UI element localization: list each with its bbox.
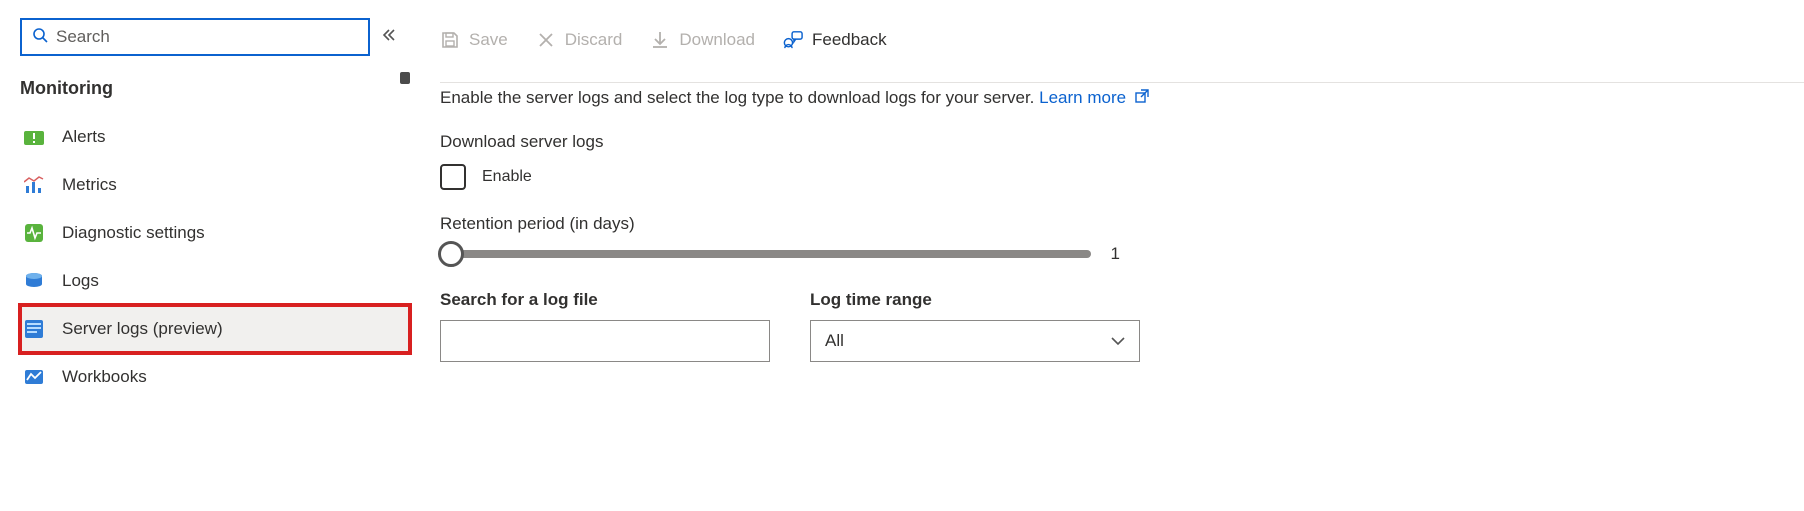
- time-range-label: Log time range: [810, 290, 1140, 310]
- search-box[interactable]: [20, 18, 370, 56]
- chevron-down-icon: [1111, 331, 1125, 351]
- sidebar-item-label: Logs: [62, 271, 99, 291]
- toolbar-divider: [440, 82, 1804, 83]
- alert-icon: [22, 125, 46, 149]
- sidebar-item-label: Workbooks: [62, 367, 147, 387]
- discard-label: Discard: [565, 30, 623, 50]
- discard-icon: [536, 30, 556, 50]
- sidebar-item-metrics[interactable]: Metrics: [20, 161, 410, 209]
- retention-value: 1: [1111, 244, 1120, 264]
- feedback-button[interactable]: Feedback: [783, 30, 887, 50]
- logs-icon: [22, 269, 46, 293]
- description: Enable the server logs and select the lo…: [440, 88, 1774, 108]
- sidebar-item-diagnostic-settings[interactable]: Diagnostic settings: [20, 209, 410, 257]
- sidebar-item-label: Diagnostic settings: [62, 223, 205, 243]
- toolbar: Save Discard Download Feedback: [440, 30, 1774, 64]
- diagnostic-icon: [22, 221, 46, 245]
- learn-more-link[interactable]: Learn more: [1039, 88, 1149, 107]
- server-logs-icon: [22, 317, 46, 341]
- sidebar-item-label: Server logs (preview): [62, 319, 223, 339]
- sidebar-scrollbar[interactable]: [400, 72, 410, 84]
- retention-label: Retention period (in days): [440, 214, 1774, 234]
- sidebar-item-label: Alerts: [62, 127, 105, 147]
- time-range-select[interactable]: All: [810, 320, 1140, 362]
- save-icon: [440, 30, 460, 50]
- sidebar-item-workbooks[interactable]: Workbooks: [20, 353, 410, 401]
- enable-label: Enable: [482, 168, 532, 186]
- feedback-label: Feedback: [812, 30, 887, 50]
- search-icon: [32, 27, 48, 48]
- feedback-icon: [783, 30, 803, 50]
- retention-slider[interactable]: [440, 250, 1091, 258]
- download-button: Download: [650, 30, 755, 50]
- sidebar-nav: Alerts Metrics Diagnostic settings Logs: [20, 113, 410, 401]
- sidebar-item-alerts[interactable]: Alerts: [20, 113, 410, 161]
- main-panel: Save Discard Download Feedback: [410, 0, 1804, 511]
- sidebar: Monitoring Alerts Metrics Diagnostic set…: [0, 0, 410, 511]
- metrics-icon: [22, 173, 46, 197]
- learn-more-label: Learn more: [1039, 88, 1126, 107]
- search-log-label: Search for a log file: [440, 290, 770, 310]
- download-icon: [650, 30, 670, 50]
- enable-checkbox[interactable]: [440, 164, 466, 190]
- description-text: Enable the server logs and select the lo…: [440, 88, 1034, 107]
- retention-slider-thumb[interactable]: [438, 241, 464, 267]
- sidebar-item-server-logs[interactable]: Server logs (preview): [20, 305, 410, 353]
- sidebar-item-label: Metrics: [62, 175, 117, 195]
- external-link-icon: [1135, 88, 1149, 107]
- time-range-value: All: [825, 331, 844, 351]
- collapse-sidebar-icon[interactable]: [382, 28, 396, 47]
- download-label: Download: [679, 30, 755, 50]
- save-button: Save: [440, 30, 508, 50]
- save-label: Save: [469, 30, 508, 50]
- discard-button: Discard: [536, 30, 623, 50]
- download-server-logs-heading: Download server logs: [440, 132, 1774, 152]
- sidebar-item-logs[interactable]: Logs: [20, 257, 410, 305]
- workbooks-icon: [22, 365, 46, 389]
- search-input[interactable]: [56, 27, 358, 47]
- sidebar-section-title: Monitoring: [20, 78, 410, 99]
- search-log-input[interactable]: [440, 320, 770, 362]
